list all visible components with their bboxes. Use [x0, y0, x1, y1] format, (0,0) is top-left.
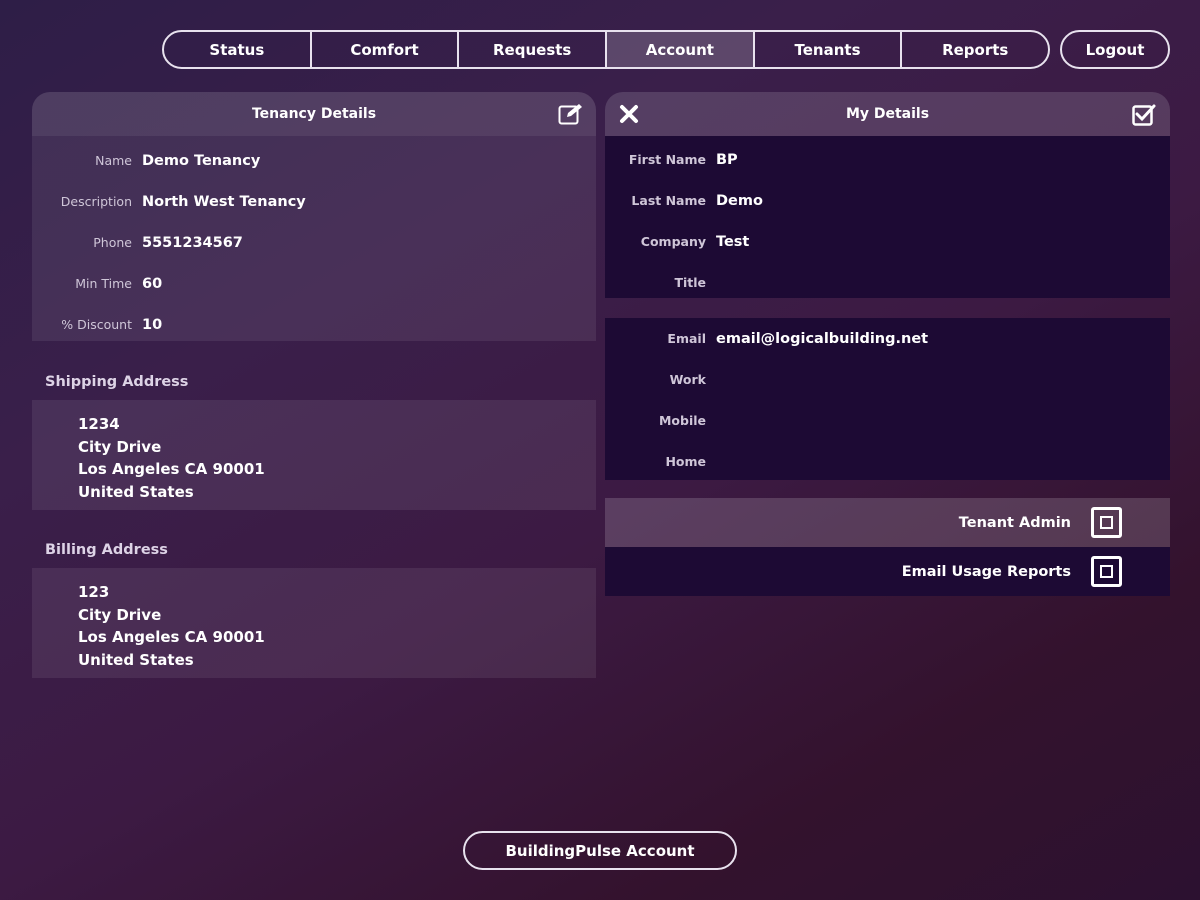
tenancy-field: Phone 5551234567	[32, 222, 596, 263]
billing-address-block: 123 City Drive Los Angeles CA 90001 Unit…	[32, 568, 596, 678]
field-label: Min Time	[75, 276, 132, 291]
tab-requests[interactable]: Requests	[459, 32, 608, 67]
contact-details-panel: Email email@logicalbuilding.net Work Mob…	[605, 318, 1170, 480]
contact-field[interactable]: Mobile	[605, 400, 1170, 441]
field-label: Company	[640, 234, 706, 249]
field-value: North West Tenancy	[142, 193, 306, 210]
email-usage-reports-label: Email Usage Reports	[901, 563, 1071, 580]
address-line: 1234	[78, 415, 120, 433]
checkbox-inner-icon	[1100, 565, 1113, 578]
tenancy-details-header: Tenancy Details	[32, 92, 596, 136]
my-details-body: First Name BP Last Name Demo Company Tes…	[605, 136, 1170, 298]
field-label: Last Name	[631, 193, 706, 208]
tenancy-field: Min Time 60	[32, 263, 596, 304]
field-label: First Name	[628, 152, 706, 167]
contact-field[interactable]: Email email@logicalbuilding.net	[605, 318, 1170, 359]
tab-comfort[interactable]: Comfort	[312, 32, 460, 67]
contact-field[interactable]: Work	[605, 359, 1170, 400]
logout-button[interactable]: Logout	[1060, 30, 1170, 69]
tenancy-details-body: Name Demo Tenancy Description North West…	[32, 136, 596, 341]
field-label: % Discount	[61, 317, 132, 332]
field-label: Title	[674, 275, 706, 290]
tenancy-details-title: Tenancy Details	[251, 106, 377, 122]
checkbox-check-icon[interactable]	[1132, 103, 1156, 127]
edit-icon[interactable]	[558, 103, 584, 125]
tab-tenants[interactable]: Tenants	[755, 32, 903, 67]
first-name-field[interactable]: BP	[716, 152, 738, 168]
tab-reports[interactable]: Reports	[902, 32, 1048, 67]
address-line: Los Angeles CA 90001	[78, 628, 265, 646]
field-value: 60	[142, 275, 163, 292]
tab-account[interactable]: Account	[607, 32, 755, 67]
my-details-field[interactable]: Title	[605, 262, 1170, 303]
tenant-admin-checkbox[interactable]	[1091, 507, 1122, 538]
address-line: 123	[78, 583, 110, 601]
company-field[interactable]: Test	[716, 234, 749, 250]
field-label: Home	[665, 454, 706, 469]
tenancy-field: Description North West Tenancy	[32, 181, 596, 222]
field-label: Work	[669, 372, 706, 387]
billing-address-title: Billing Address	[45, 542, 168, 558]
my-details-title: My Details	[845, 106, 930, 122]
last-name-field[interactable]: Demo	[716, 193, 763, 209]
address-line: Los Angeles CA 90001	[78, 460, 265, 478]
my-details-panel: My Details First Name BP Last Name Demo …	[605, 92, 1170, 298]
email-usage-reports-checkbox[interactable]	[1091, 556, 1122, 587]
email-field[interactable]: email@logicalbuilding.net	[716, 331, 928, 347]
field-label: Mobile	[658, 413, 706, 428]
tenant-admin-row: Tenant Admin	[605, 498, 1170, 547]
field-label: Email	[667, 331, 706, 346]
shipping-address-block: 1234 City Drive Los Angeles CA 90001 Uni…	[32, 400, 596, 510]
email-usage-reports-row: Email Usage Reports	[605, 547, 1170, 596]
tab-status[interactable]: Status	[164, 32, 312, 67]
field-label: Phone	[93, 235, 132, 250]
tenant-admin-label: Tenant Admin	[958, 514, 1071, 531]
address-line: City Drive	[78, 605, 162, 624]
tenancy-field: % Discount 10	[32, 304, 596, 345]
checkbox-inner-icon	[1100, 516, 1113, 529]
shipping-address-title: Shipping Address	[45, 374, 189, 390]
my-details-field[interactable]: Last Name Demo	[605, 180, 1170, 221]
my-details-field[interactable]: First Name BP	[605, 139, 1170, 180]
address-line: United States	[78, 650, 194, 669]
tenancy-field: Name Demo Tenancy	[32, 140, 596, 181]
address-line: City Drive	[78, 437, 162, 456]
address-line: United States	[78, 482, 194, 501]
close-icon[interactable]	[619, 104, 639, 124]
tenancy-details-panel: Tenancy Details Name Demo Tenancy Descri…	[32, 92, 596, 341]
main-nav: Status Comfort Requests Account Tenants …	[162, 30, 1050, 69]
field-value: 10	[142, 316, 163, 333]
buildingpulse-account-button[interactable]: BuildingPulse Account	[463, 831, 737, 870]
field-label: Name	[95, 153, 132, 168]
contact-field[interactable]: Home	[605, 441, 1170, 482]
field-label: Description	[60, 194, 132, 209]
field-value: Demo Tenancy	[142, 152, 261, 169]
my-details-field[interactable]: Company Test	[605, 221, 1170, 262]
my-details-header: My Details	[605, 92, 1170, 136]
field-value: 5551234567	[142, 234, 243, 251]
